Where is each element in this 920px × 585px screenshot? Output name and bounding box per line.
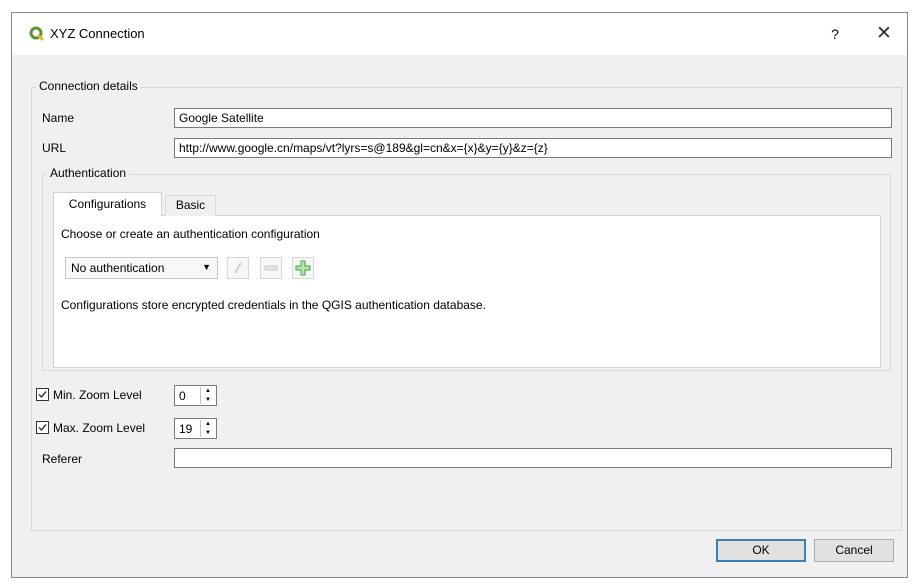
max-zoom-value: 19 xyxy=(179,422,193,436)
min-zoom-spinbox[interactable]: 0 ▲ ▼ xyxy=(174,385,217,406)
name-label: Name xyxy=(42,111,75,125)
auth-info-text: Configurations store encrypted credentia… xyxy=(61,298,486,312)
spin-down-icon[interactable]: ▼ xyxy=(201,396,215,404)
spin-buttons: ▲ ▼ xyxy=(200,387,215,404)
url-input[interactable]: http://www.google.cn/maps/vt?lyrs=s@189&… xyxy=(174,138,892,158)
spin-up-icon[interactable]: ▲ xyxy=(201,387,215,395)
url-label: URL xyxy=(42,141,67,155)
spin-down-icon[interactable]: ▼ xyxy=(201,429,215,437)
authentication-title: Authentication xyxy=(47,166,130,180)
title-bar: XYZ Connection ? ✕ xyxy=(12,13,907,55)
tab-configurations[interactable]: Configurations xyxy=(53,192,162,216)
qgis-logo-icon xyxy=(29,26,45,42)
connection-details-title: Connection details xyxy=(36,79,141,93)
remove-config-button[interactable] xyxy=(260,257,282,279)
referer-input[interactable] xyxy=(174,448,892,468)
check-icon xyxy=(38,391,47,399)
max-zoom-label: Max. Zoom Level xyxy=(53,421,146,435)
min-zoom-checkbox[interactable] xyxy=(36,388,49,401)
ok-button[interactable]: OK xyxy=(716,539,806,562)
edit-config-button[interactable] xyxy=(227,257,249,279)
close-button[interactable]: ✕ xyxy=(872,22,896,46)
help-button[interactable]: ? xyxy=(824,24,846,44)
min-zoom-value: 0 xyxy=(179,389,186,403)
spin-up-icon[interactable]: ▲ xyxy=(201,420,215,428)
auth-config-select[interactable]: No authentication ▼ xyxy=(65,257,218,279)
dropdown-arrow-icon: ▼ xyxy=(202,262,211,272)
minus-icon xyxy=(261,265,281,281)
pencil-icon xyxy=(228,262,248,281)
check-icon xyxy=(38,424,47,432)
name-input[interactable]: Google Satellite xyxy=(174,108,892,128)
window-title: XYZ Connection xyxy=(50,26,145,41)
xyz-connection-dialog: XYZ Connection ? ✕ Connection details Na… xyxy=(11,12,908,578)
tab-basic[interactable]: Basic xyxy=(165,195,216,216)
auth-config-value: No authentication xyxy=(71,261,165,275)
spin-buttons: ▲ ▼ xyxy=(200,420,215,437)
max-zoom-checkbox[interactable] xyxy=(36,421,49,434)
referer-label: Referer xyxy=(42,452,83,466)
auth-instruction: Choose or create an authentication confi… xyxy=(61,227,320,241)
cancel-button[interactable]: Cancel xyxy=(814,539,894,562)
add-config-button[interactable] xyxy=(292,257,314,279)
plus-icon xyxy=(293,260,313,281)
max-zoom-spinbox[interactable]: 19 ▲ ▼ xyxy=(174,418,217,439)
min-zoom-label: Min. Zoom Level xyxy=(53,388,142,402)
